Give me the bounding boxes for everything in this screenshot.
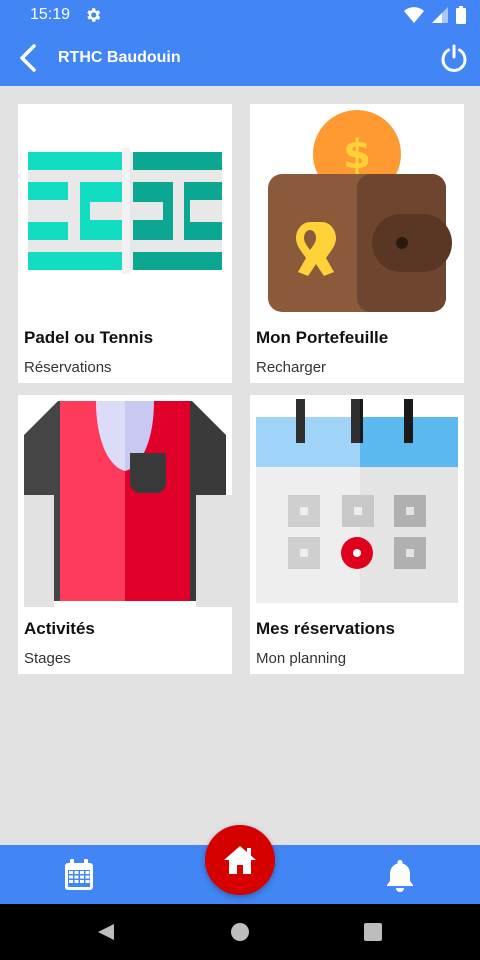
card-subtitle: Recharger <box>256 359 327 376</box>
system-home-icon[interactable] <box>230 922 250 942</box>
power-icon <box>441 44 467 72</box>
card-wallet[interactable]: $ Mon Portefeuille Recharger <box>250 104 464 383</box>
calendar-grid-icon <box>256 399 458 603</box>
app-bar: RTHC Baudouin <box>0 30 480 86</box>
card-subtitle: Réservations <box>24 359 112 376</box>
app-title: RTHC Baudouin <box>58 49 181 66</box>
back-button[interactable] <box>0 30 56 86</box>
system-nav-bar <box>0 904 480 960</box>
logout-button[interactable] <box>434 38 474 78</box>
card-activities[interactable]: Activités Stages <box>18 395 232 674</box>
tennis-court-icon <box>28 148 222 274</box>
home-button[interactable] <box>205 825 275 895</box>
battery-icon <box>456 6 466 24</box>
wifi-icon <box>404 7 424 23</box>
card-title: Padel ou Tennis <box>24 328 154 347</box>
status-bar: 15:19 <box>0 0 480 30</box>
wallet-icon: $ <box>268 110 452 312</box>
system-recents-icon[interactable] <box>364 922 382 942</box>
back-arrow-icon <box>20 44 36 72</box>
card-title: Mon Portefeuille <box>256 328 389 347</box>
jersey-icon <box>24 401 232 607</box>
home-icon <box>224 846 256 874</box>
calendar-icon[interactable] <box>62 858 96 892</box>
card-title: Mes réservations <box>256 619 395 638</box>
bell-icon[interactable] <box>382 857 418 893</box>
card-subtitle: Stages <box>24 650 71 667</box>
svg-text:$: $ <box>343 132 371 178</box>
signal-icon <box>432 7 448 23</box>
card-title: Activités <box>24 619 95 638</box>
card-my-reservations[interactable]: Mes réservations Mon planning <box>250 395 464 674</box>
system-back-icon[interactable] <box>96 922 116 942</box>
card-padel-tennis[interactable]: Padel ou Tennis Réservations <box>18 104 232 383</box>
card-subtitle: Mon planning <box>256 650 347 667</box>
status-time: 15:19 <box>30 6 71 23</box>
settings-icon <box>87 8 101 22</box>
